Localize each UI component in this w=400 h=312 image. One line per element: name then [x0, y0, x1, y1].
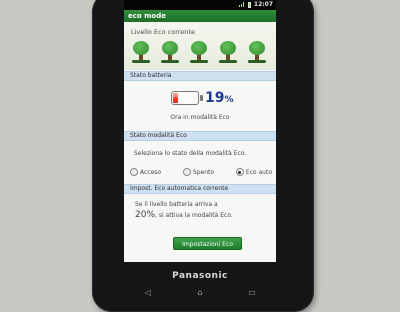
auto-settings-line1: Se il livello batteria arriva a [135, 201, 218, 208]
eco-tree-icon [190, 41, 208, 63]
radio-spento-label: Spento [192, 168, 215, 176]
auto-settings-line2: 20%, si attiva la modalità Eco. [135, 210, 271, 221]
battery-percent-value: 19 [205, 90, 225, 106]
battery-section-header: Stato batteria [124, 71, 276, 81]
auto-threshold-value: 20% [135, 210, 156, 220]
recent-apps-icon[interactable]: ▭ [244, 288, 260, 298]
phone-screen: 12:07 eco mode Livello Eco corrente Stat… [124, 0, 276, 262]
hardware-nav-bar: ◁ ⌂ ▭ [140, 288, 260, 298]
brand-logo: Panasonic [172, 271, 228, 281]
radio-eco-auto-label: Eco auto [245, 168, 272, 176]
back-icon[interactable]: ◁ [140, 288, 156, 298]
eco-status-instruction: Seleziona lo stato della modalità Eco. [134, 150, 247, 157]
radio-eco-auto[interactable]: Eco auto [235, 166, 272, 178]
eco-tree-icon [248, 41, 266, 63]
eco-level-label: Livello Eco corrente [131, 28, 195, 36]
eco-settings-button[interactable]: Impostazioni Eco [173, 237, 242, 250]
radio-acceso-label: Acceso [140, 168, 162, 176]
status-time: 12:07 [253, 1, 273, 8]
battery-percent-unit: % [224, 95, 234, 105]
radio-spento[interactable]: Spento [182, 166, 215, 178]
app-title: eco mode [128, 12, 167, 20]
signal-icon [238, 2, 245, 8]
battery-percent: 19% [205, 90, 234, 106]
eco-tree-icon [161, 41, 179, 63]
app-title-bar: eco mode [124, 10, 276, 22]
auto-settings-section-header: Impost. Eco automatica corrente [124, 184, 276, 194]
eco-mode-radio-group: Acceso Spento Eco auto [126, 166, 276, 178]
eco-tree-icon [132, 41, 150, 63]
eco-status-section-header: Stato modalità Eco [124, 131, 276, 141]
battery-status-icon [247, 2, 251, 8]
auto-settings-line2-text: , si attiva la modalità Eco. [155, 212, 233, 219]
status-bar: 12:07 [124, 0, 276, 10]
battery-level-icon [171, 91, 203, 105]
radio-spento-button[interactable] [182, 168, 191, 176]
status-icons: 12:07 [238, 0, 273, 10]
auto-settings-section-title: Impost. Eco automatica corrente [130, 185, 229, 192]
battery-status: 19% [124, 87, 276, 111]
eco-status-section-title: Stato modalità Eco [130, 132, 187, 139]
eco-tree-icon [219, 41, 237, 63]
radio-acceso-button[interactable] [130, 168, 138, 176]
radio-eco-auto-button[interactable] [235, 168, 244, 176]
eco-level-trees [132, 41, 266, 63]
battery-section-title: Stato batteria [130, 72, 172, 79]
auto-settings-description: Se il livello batteria arriva a 20%, si … [135, 200, 271, 221]
radio-acceso[interactable]: Acceso [130, 166, 161, 178]
home-icon[interactable]: ⌂ [192, 288, 208, 298]
eco-level-panel: Livello Eco corrente [124, 22, 276, 70]
eco-mode-status-text: Ora in modalità Eco [170, 114, 230, 121]
